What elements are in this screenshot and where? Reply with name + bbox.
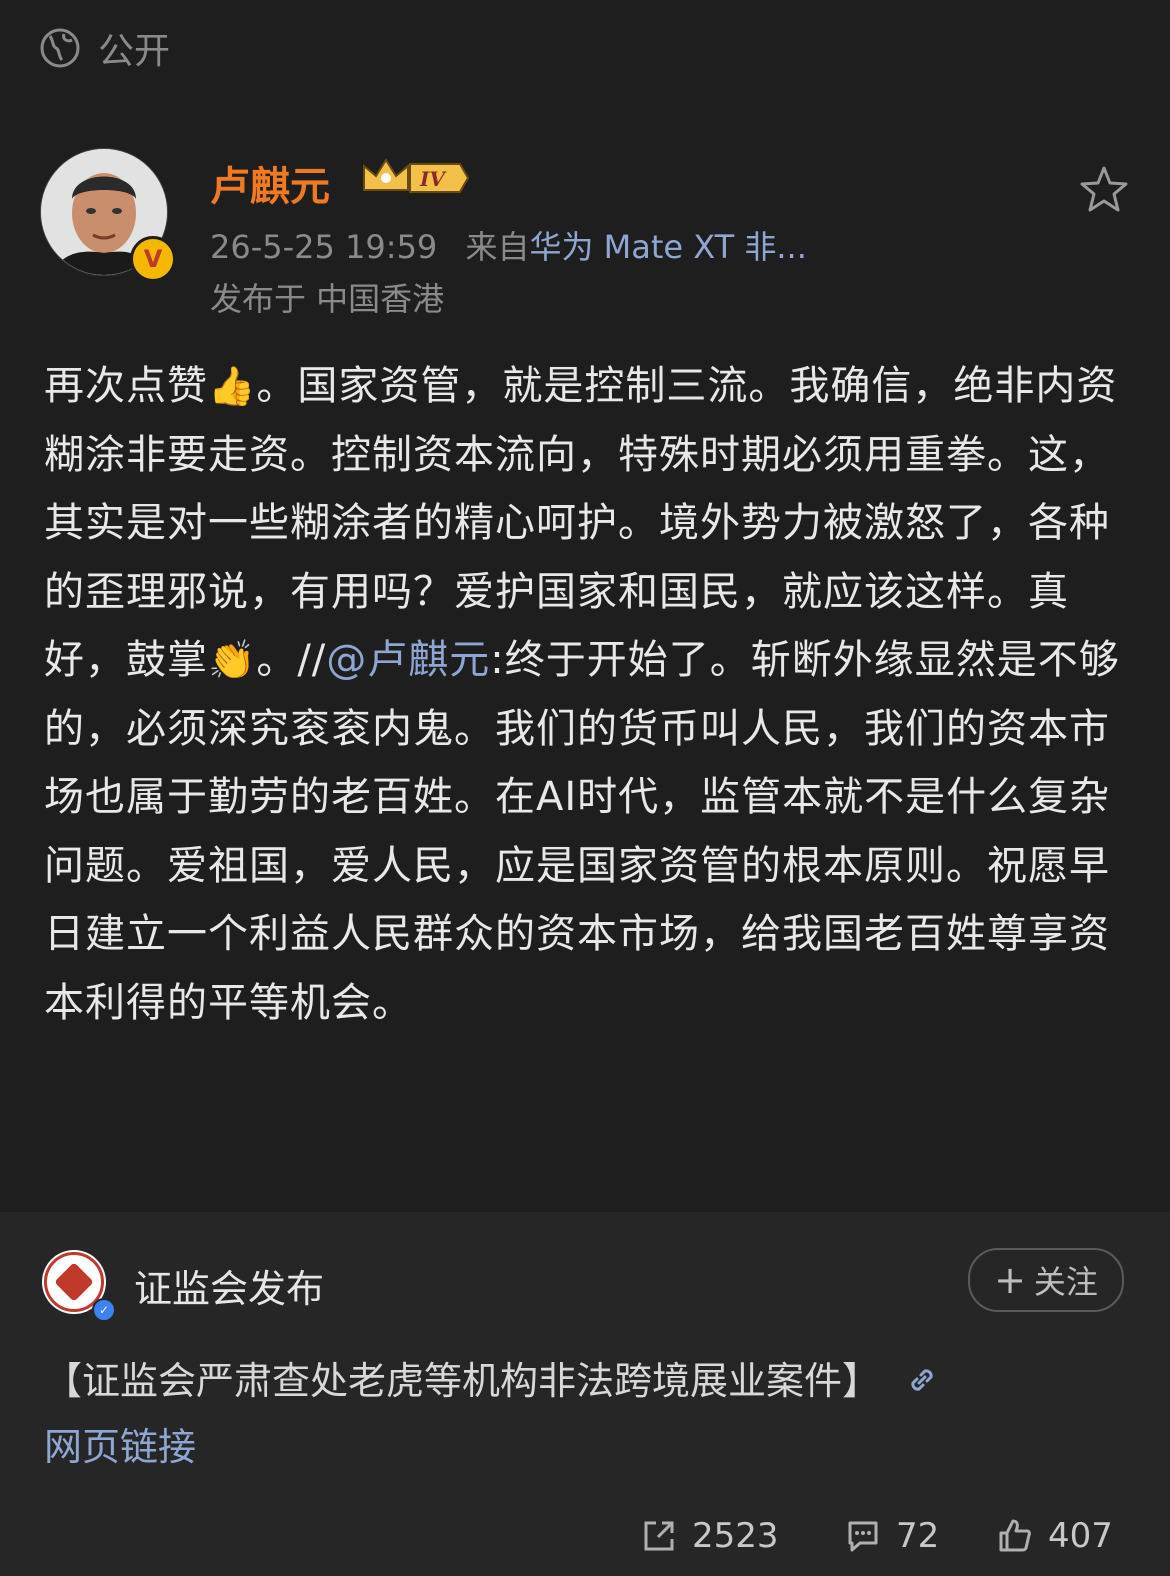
- follow-label: 关注: [1033, 1263, 1098, 1301]
- repost-text: 【证监会严肃查处老虎等机构非法跨境展业案件】 网页链接: [44, 1348, 1124, 1480]
- share-count: 2523: [692, 1516, 779, 1556]
- body-text-3: 。//: [256, 637, 327, 683]
- visibility-label: 公开: [98, 31, 171, 72]
- author-avatar-container[interactable]: V: [40, 148, 176, 282]
- thumbs-up-outline-icon: [999, 1519, 1031, 1552]
- comment-button[interactable]: 72: [844, 1516, 939, 1556]
- repost-card[interactable]: ✓ 证监会发布 + 关注 【证监会严肃查处老虎等机构非法跨境展业案件】 网页链接…: [0, 1212, 1170, 1576]
- crown-level-icon[interactable]: IV: [360, 156, 470, 200]
- source-prefix: 来自: [465, 228, 530, 266]
- comment-count: 72: [896, 1516, 940, 1556]
- body-text-1: 再次点赞: [44, 363, 208, 409]
- web-link[interactable]: 网页链接: [44, 1425, 196, 1469]
- body-text-2: 。国家资管，就是控制三流。我确信，绝非内资糊涂非要走资。控制资本流向，特殊时期必…: [44, 363, 1118, 683]
- favorite-star-icon[interactable]: [1078, 164, 1130, 216]
- post-meta: 26-5-25 19:59 来自华为 Mate XT 非...: [210, 222, 807, 268]
- like-button[interactable]: 407: [996, 1516, 1113, 1556]
- verified-blue-icon: ✓: [92, 1298, 116, 1322]
- clapping-icon: 👏: [208, 638, 257, 682]
- post-header: V 卢麒元 IV 26-5-25 19:59 来自华为 Mate XT 非...…: [40, 148, 1130, 328]
- source-device[interactable]: 华为 Mate XT 非...: [529, 228, 806, 266]
- svg-text:IV: IV: [419, 167, 447, 191]
- comment-icon: [848, 1521, 878, 1552]
- post-body: 再次点赞👍。国家资管，就是控制三流。我确信，绝非内资糊涂非要走资。控制资本流向，…: [44, 352, 1124, 1037]
- plus-icon: +: [994, 1258, 1026, 1302]
- v-badge-icon: V: [130, 236, 176, 282]
- globe-icon: [40, 28, 80, 68]
- follow-button[interactable]: + 关注: [968, 1248, 1124, 1312]
- action-bar: 2523 72 407: [0, 1512, 1170, 1572]
- body-text-4: :终于开始了。斩断外缘显然是不够的，必须深究衮衮内鬼。我们的货币叫人民，我们的资…: [44, 637, 1120, 1026]
- author-name[interactable]: 卢麒元: [210, 154, 330, 212]
- share-icon: [644, 1521, 674, 1551]
- repost-author-name[interactable]: 证监会发布: [134, 1258, 324, 1313]
- visibility-indicator: 公开: [40, 26, 170, 72]
- share-button[interactable]: 2523: [640, 1516, 779, 1556]
- mention-link[interactable]: @卢麒元: [326, 637, 490, 683]
- post-datetime: 26-5-25 19:59: [210, 228, 438, 266]
- link-icon[interactable]: [904, 1362, 940, 1398]
- thumbs-up-icon: 👍: [208, 364, 257, 408]
- post-location: 发布于 中国香港: [210, 280, 445, 318]
- like-count: 407: [1048, 1516, 1113, 1556]
- repost-headline: 【证监会严肃查处老虎等机构非法跨境展业案件】: [44, 1359, 881, 1403]
